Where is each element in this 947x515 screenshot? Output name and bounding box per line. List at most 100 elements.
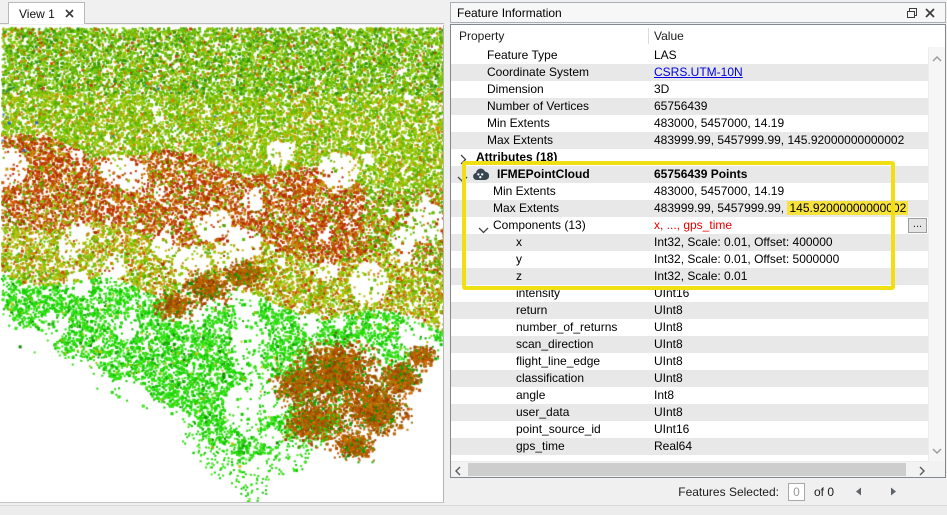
value-cell: UInt8 bbox=[654, 337, 683, 351]
highlighted-value: 145.92000000000002 bbox=[787, 201, 909, 215]
table-row[interactable]: x Int32, Scale: 0.01, Offset: 400000 bbox=[451, 234, 929, 251]
fme-data-inspector-window: View 1 Feature Information Property Valu… bbox=[0, 0, 947, 515]
value-cell: 483999.99, 5457999.99, 145.9200000000000… bbox=[654, 133, 905, 147]
property-cell: Min Extents bbox=[487, 116, 550, 130]
property-cell: y bbox=[516, 252, 522, 266]
coordinate-system-link[interactable]: CSRS.UTM-10N bbox=[654, 64, 743, 81]
feature-information-titlebar: Feature Information bbox=[450, 2, 946, 23]
scroll-down-icon[interactable] bbox=[932, 443, 942, 457]
column-header-value[interactable]: Value bbox=[654, 29, 684, 43]
property-cell: user_data bbox=[516, 405, 570, 419]
property-cell: flight_line_edge bbox=[516, 354, 601, 368]
previous-feature-button[interactable] bbox=[851, 485, 865, 499]
property-cell: Max Extents bbox=[493, 201, 560, 215]
property-cell: Attributes (18) bbox=[476, 150, 558, 164]
value-cell: Int8 bbox=[654, 388, 675, 402]
value-cell: 65756439 bbox=[654, 99, 708, 113]
table-row[interactable]: return UInt8 bbox=[451, 302, 929, 319]
table-row[interactable]: Max Extents 483999.99, 5457999.99, 145.92… bbox=[451, 132, 929, 149]
application-status-bar bbox=[0, 505, 947, 515]
table-row[interactable]: y Int32, Scale: 0.01, Offset: 5000000 bbox=[451, 251, 929, 268]
value-cell: UInt8 bbox=[654, 320, 683, 334]
value-cell: Int32, Scale: 0.01, Offset: 400000 bbox=[654, 235, 833, 249]
property-cell: Components (13) bbox=[493, 218, 586, 232]
table-row[interactable]: user_data UInt8 bbox=[451, 404, 929, 421]
point-cloud-viewport[interactable] bbox=[0, 25, 444, 503]
tab-view-1[interactable]: View 1 bbox=[8, 2, 85, 24]
property-cell: angle bbox=[516, 388, 546, 402]
column-header-property[interactable]: Property bbox=[459, 29, 504, 43]
value-cell: Int32, Scale: 0.01, Offset: 5000000 bbox=[654, 252, 840, 266]
horizontal-scrollbar[interactable] bbox=[451, 461, 929, 477]
value-cell: LAS bbox=[654, 48, 677, 62]
ellipsis-button[interactable]: ... bbox=[908, 218, 927, 233]
value-cell: UInt8 bbox=[654, 303, 683, 317]
table-row[interactable]: gps_time Real64 bbox=[451, 438, 929, 455]
vertical-scrollbar[interactable] bbox=[928, 47, 945, 461]
property-cell: scan_direction bbox=[516, 337, 594, 351]
value-cell: UInt8 bbox=[654, 371, 683, 385]
value-text: 483999.99, 5457999.99, bbox=[654, 201, 788, 215]
value-cell: x, ..., gps_time bbox=[654, 218, 733, 232]
scroll-right-icon[interactable] bbox=[919, 465, 925, 479]
table-row[interactable]: Max Extents 483999.99, 5457999.99, 145.92… bbox=[451, 200, 929, 217]
property-cell: classification bbox=[516, 371, 585, 385]
value-cell: 65756439 Points bbox=[654, 167, 748, 181]
value-cell: 3D bbox=[654, 82, 670, 96]
value-cell: UInt16 bbox=[654, 286, 690, 300]
property-cell: Dimension bbox=[487, 82, 544, 96]
property-cell: intensity bbox=[516, 286, 561, 300]
table-row[interactable]: Coordinate System CSRS.UTM-10N bbox=[451, 64, 929, 81]
next-feature-button[interactable] bbox=[886, 485, 900, 499]
features-of-label: of 0 bbox=[813, 484, 834, 499]
table-row[interactable]: Feature Type LAS bbox=[451, 47, 929, 64]
table-row[interactable]: number_of_returns UInt8 bbox=[451, 319, 929, 336]
float-window-icon[interactable] bbox=[903, 4, 921, 21]
table-row[interactable]: Components (13) x, ..., gps_time... bbox=[451, 217, 929, 234]
scrollbar-thumb[interactable] bbox=[468, 463, 906, 476]
close-icon[interactable] bbox=[921, 4, 939, 21]
property-cell: Max Extents bbox=[487, 133, 554, 147]
features-selected-bar: Features Selected: 0 of 0 bbox=[450, 478, 946, 505]
point-cloud-canvas[interactable] bbox=[1, 25, 443, 502]
scrollbar-corner bbox=[929, 461, 945, 477]
property-cell: IFMEPointCloud bbox=[497, 167, 590, 181]
scroll-up-icon[interactable] bbox=[932, 51, 942, 65]
property-cell: Min Extents bbox=[493, 184, 556, 198]
tab-view-1-label: View 1 bbox=[19, 6, 55, 21]
table-row[interactable]: intensity UInt16 bbox=[451, 285, 929, 302]
feature-information-table: Property Value Feature Type LAS Coordinate… bbox=[450, 24, 946, 478]
value-cell: 483000, 5457000, 14.19 bbox=[654, 116, 785, 130]
panel-title: Feature Information bbox=[457, 5, 562, 20]
scroll-left-icon[interactable] bbox=[455, 465, 461, 479]
table-row[interactable]: classification UInt8 bbox=[451, 370, 929, 387]
table-header[interactable]: Property Value bbox=[451, 25, 945, 48]
property-cell: x bbox=[516, 235, 522, 249]
table-row[interactable]: Attributes (18) bbox=[451, 149, 929, 166]
value-cell: 483000, 5457000, 14.19 bbox=[654, 184, 785, 198]
table-row[interactable]: Min Extents 483000, 5457000, 14.19 bbox=[451, 115, 929, 132]
property-cell: point_source_id bbox=[516, 422, 601, 436]
property-cell: z bbox=[516, 269, 522, 283]
table-row[interactable]: Min Extents 483000, 5457000, 14.19 bbox=[451, 183, 929, 200]
table-row[interactable]: z Int32, Scale: 0.01 bbox=[451, 268, 929, 285]
property-cell: gps_time bbox=[516, 439, 565, 453]
close-icon[interactable] bbox=[65, 9, 74, 18]
features-selected-count[interactable]: 0 bbox=[787, 482, 805, 501]
value-cell: Real64 bbox=[654, 439, 693, 453]
property-cell: return bbox=[516, 303, 548, 317]
property-cell: Number of Vertices bbox=[487, 99, 590, 113]
value-cell: UInt8 bbox=[654, 354, 683, 368]
value-cell: Int32, Scale: 0.01 bbox=[654, 269, 748, 283]
table-row[interactable]: flight_line_edge UInt8 bbox=[451, 353, 929, 370]
property-cell: Coordinate System bbox=[487, 65, 590, 79]
table-row[interactable]: Dimension 3D bbox=[451, 81, 929, 98]
table-row[interactable]: angle Int8 bbox=[451, 387, 929, 404]
table-rows: Feature Type LAS Coordinate System CSRS.UTM… bbox=[451, 47, 929, 461]
column-divider[interactable] bbox=[648, 28, 649, 44]
table-row[interactable]: point_source_id UInt16 bbox=[451, 421, 929, 438]
table-row[interactable]: IFMEPointCloud 65756439 Points bbox=[451, 166, 929, 183]
table-row[interactable]: scan_direction UInt8 bbox=[451, 336, 929, 353]
value-cell: UInt8 bbox=[654, 405, 683, 419]
table-row[interactable]: Number of Vertices 65756439 bbox=[451, 98, 929, 115]
